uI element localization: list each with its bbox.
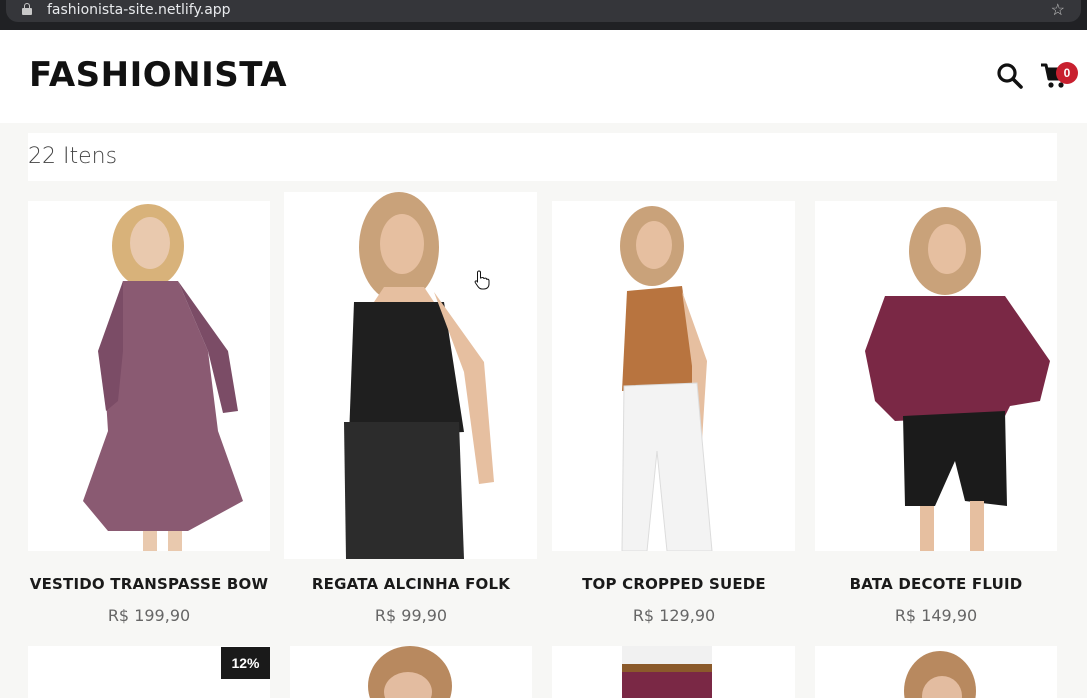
product-price: R$ 199,90 <box>107 606 191 625</box>
site-header: FASHIONISTA <box>0 30 1087 123</box>
product-image[interactable] <box>552 201 795 551</box>
browser-toolbar: fashionista-site.netlify.app ☆ <box>0 0 1087 30</box>
product-image[interactable] <box>552 646 795 698</box>
product-name[interactable]: REGATA ALCINHA FOLK <box>281 575 541 593</box>
star-icon[interactable]: ☆ <box>1051 0 1065 20</box>
product-image[interactable] <box>284 192 537 559</box>
product-price: R$ 99,90 <box>374 606 448 625</box>
product-image[interactable] <box>815 201 1057 551</box>
cart-count-badge[interactable]: 0 <box>1056 62 1078 84</box>
search-icon[interactable] <box>996 62 1024 90</box>
items-count-bar: 22 Itens <box>28 133 1057 181</box>
product-price: R$ 129,90 <box>632 606 716 625</box>
address-bar[interactable]: fashionista-site.netlify.app ☆ <box>6 0 1081 22</box>
product-price: R$ 149,90 <box>894 606 978 625</box>
product-name[interactable]: TOP CROPPED SUEDE <box>544 575 804 593</box>
product-name[interactable]: VESTIDO TRANSPASSE BOW <box>19 575 279 593</box>
url-text[interactable]: fashionista-site.netlify.app <box>47 2 231 18</box>
product-image[interactable] <box>290 646 532 698</box>
discount-badge: 12% <box>221 647 270 679</box>
hand-cursor-icon <box>474 270 490 290</box>
items-count-label: 22 Itens <box>28 144 118 169</box>
product-image[interactable] <box>28 201 270 551</box>
product-name[interactable]: BATA DECOTE FLUID <box>806 575 1066 593</box>
site-logo[interactable]: FASHIONISTA <box>29 55 287 95</box>
lock-icon <box>22 3 32 15</box>
product-image[interactable] <box>815 646 1057 698</box>
